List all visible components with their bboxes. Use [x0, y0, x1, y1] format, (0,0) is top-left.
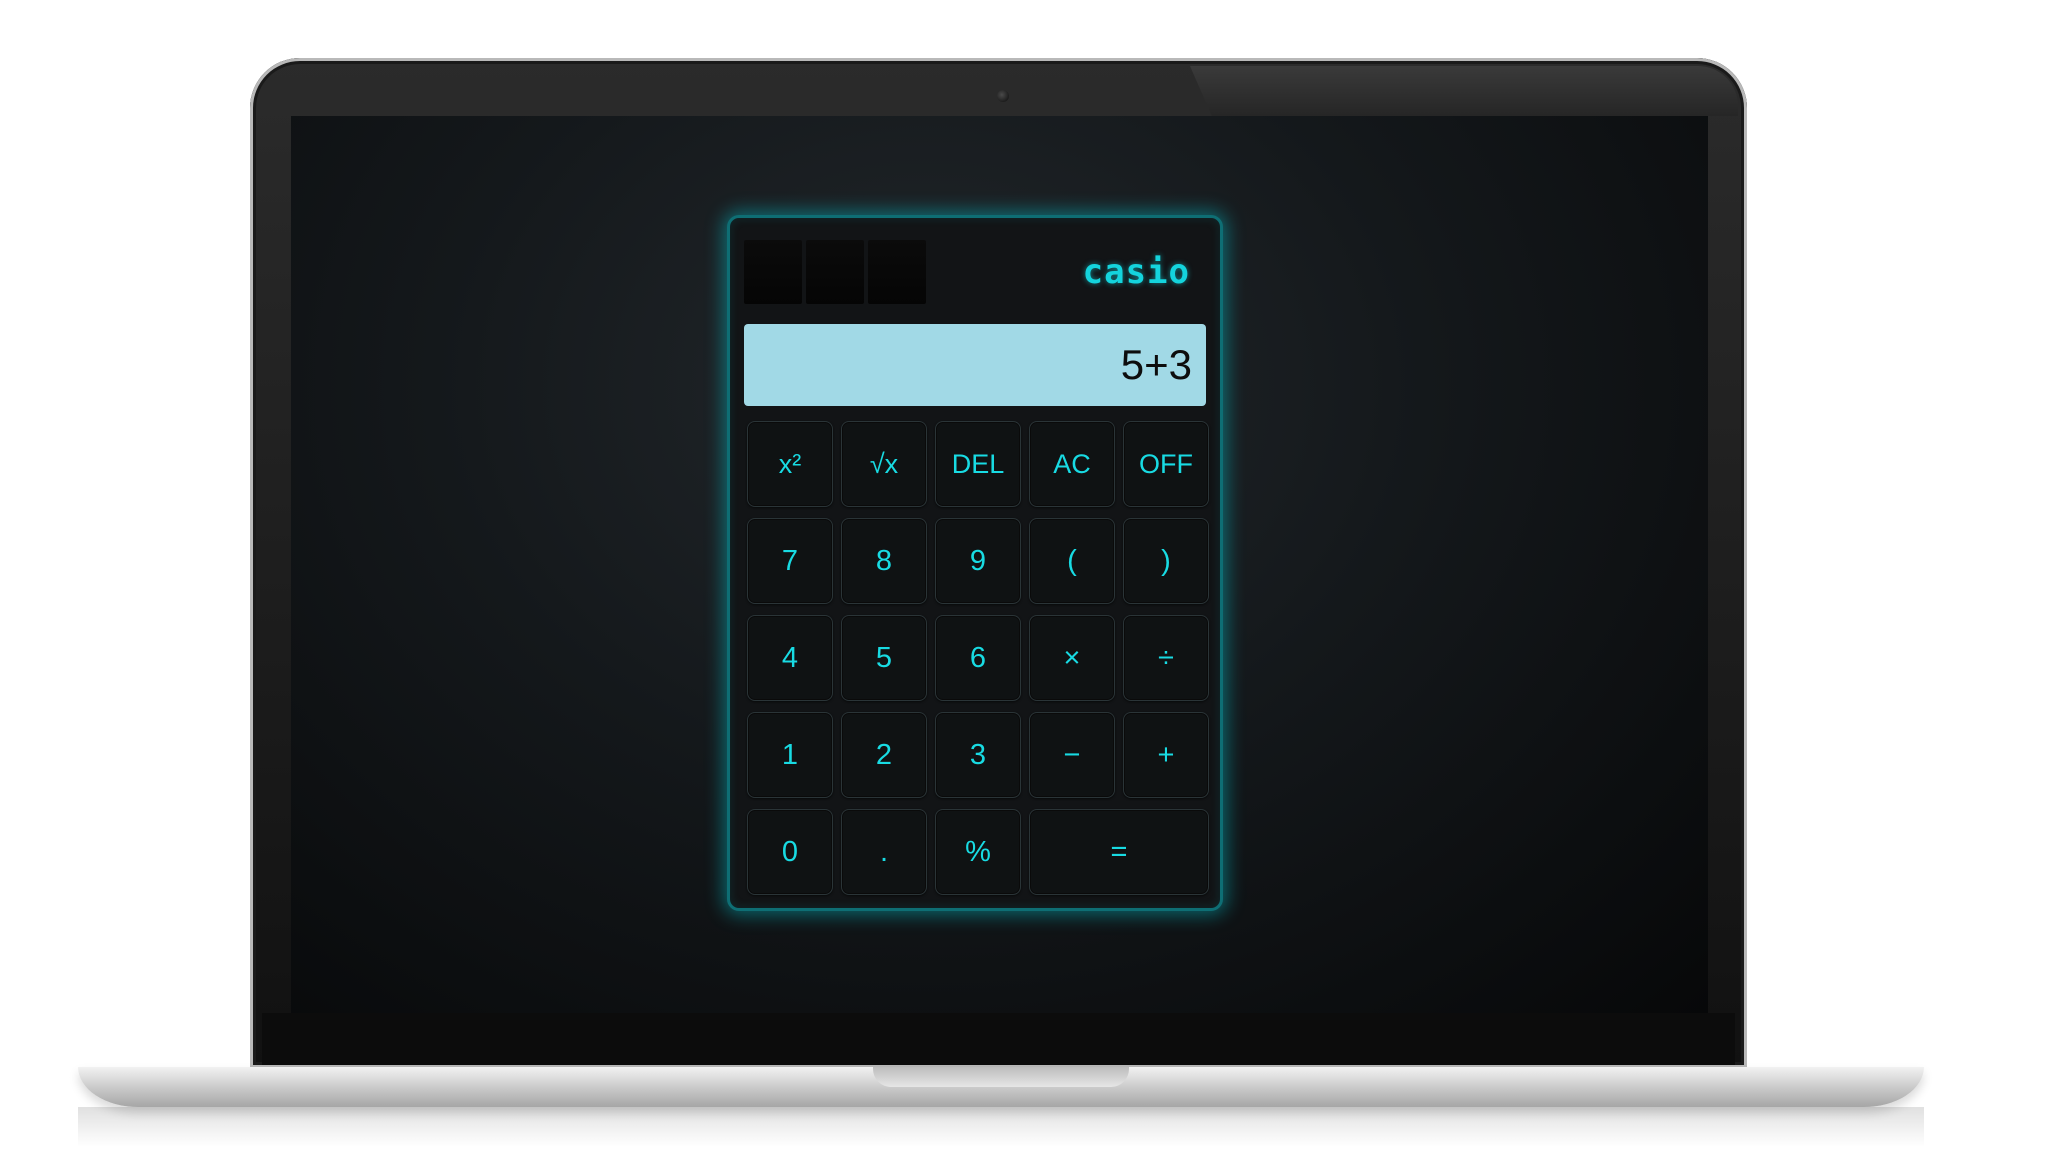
- digit-5-key[interactable]: 5: [841, 615, 927, 701]
- calculator-display: 5+3: [744, 324, 1206, 406]
- open-paren-key[interactable]: (: [1029, 518, 1115, 604]
- lid-glare: [1190, 66, 1738, 116]
- lid-opening-notch: [873, 1067, 1129, 1087]
- off-key[interactable]: OFF: [1123, 421, 1209, 507]
- digit-1-key[interactable]: 1: [747, 712, 833, 798]
- delete-key[interactable]: DEL: [935, 421, 1021, 507]
- keypad: x² √x DEL AC OFF 7 8 9() 4 5 6 × ÷ 1 2 3− +0.% =: [747, 421, 1209, 895]
- square-key[interactable]: x²: [747, 421, 833, 507]
- base-shadow: [78, 1107, 1924, 1147]
- digit-4-key[interactable]: 4: [747, 615, 833, 701]
- screen-bottom-bezel: [262, 1013, 1735, 1065]
- digit-9-key[interactable]: 9: [935, 518, 1021, 604]
- calculator: casio 5+3 x² √x DEL AC OFF 7 8 9() 4 5 6 × ÷ 1 2 3− +0.%…: [727, 215, 1223, 911]
- digit-8-key[interactable]: 8: [841, 518, 927, 604]
- laptop-screen: casio 5+3 x² √x DEL AC OFF 7 8 9() 4 5 6 × ÷ 1 2 3− +0.%…: [291, 116, 1708, 1013]
- solar-cell: [744, 240, 802, 304]
- subtract-key[interactable]: −: [1029, 712, 1115, 798]
- digit-0-key[interactable]: 0: [747, 809, 833, 895]
- percent-key[interactable]: %: [935, 809, 1021, 895]
- laptop-mockup: casio 5+3 x² √x DEL AC OFF 7 8 9() 4 5 6 × ÷ 1 2 3− +0.%…: [0, 0, 2047, 1155]
- divide-key[interactable]: ÷: [1123, 615, 1209, 701]
- digit-3-key[interactable]: 3: [935, 712, 1021, 798]
- all-clear-key[interactable]: AC: [1029, 421, 1115, 507]
- digit-6-key[interactable]: 6: [935, 615, 1021, 701]
- multiply-key[interactable]: ×: [1029, 615, 1115, 701]
- webcam-icon: [997, 90, 1009, 102]
- brand-logo: casio: [1082, 252, 1190, 292]
- digit-2-key[interactable]: 2: [841, 712, 927, 798]
- add-key[interactable]: +: [1123, 712, 1209, 798]
- close-paren-key[interactable]: ): [1123, 518, 1209, 604]
- equals-key[interactable]: =: [1029, 809, 1209, 895]
- decimal-key[interactable]: .: [841, 809, 927, 895]
- solar-cell: [806, 240, 864, 304]
- solar-panel: [744, 240, 926, 304]
- solar-cell: [868, 240, 926, 304]
- digit-7-key[interactable]: 7: [747, 518, 833, 604]
- sqrt-key[interactable]: √x: [841, 421, 927, 507]
